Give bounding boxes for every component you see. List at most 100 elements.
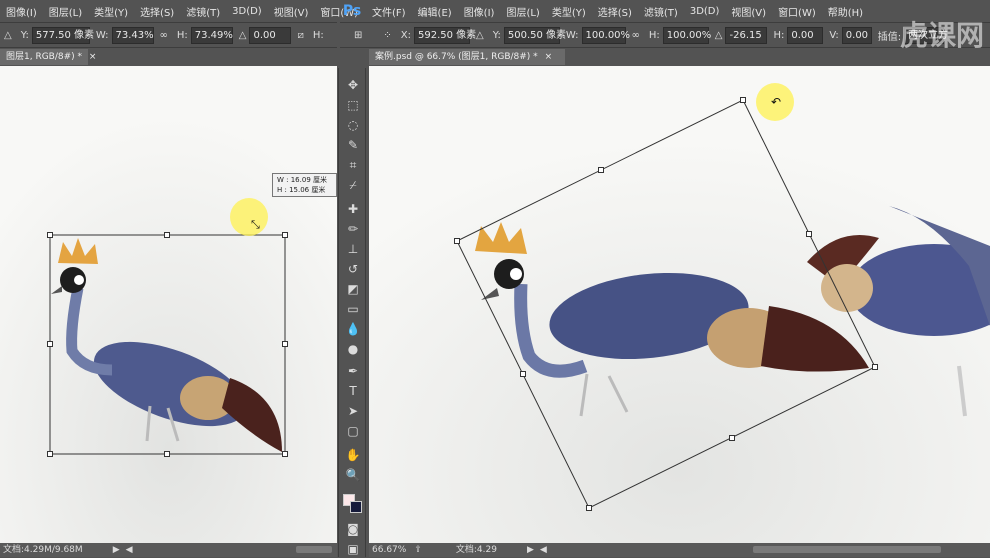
left-artwork <box>0 66 337 543</box>
transform-info-box: W : 16.09 厘米 H : 15.06 厘米 <box>272 173 337 197</box>
angle-field[interactable]: -26.15 <box>725 26 768 44</box>
left-canvas[interactable]: ⤡ W : 16.09 厘米 H : 15.06 厘米 <box>0 66 337 543</box>
brush-icon[interactable]: ✏ <box>343 220 363 238</box>
menu-type[interactable]: 类型(Y) <box>546 4 592 19</box>
lasso-icon[interactable]: ◌ <box>343 116 363 134</box>
eraser-icon[interactable]: ◩ <box>343 280 363 298</box>
crop-icon[interactable]: ⌗ <box>343 156 363 174</box>
y-field[interactable]: 500.50 像素 <box>503 26 566 44</box>
h-field[interactable]: 73.49% <box>190 26 233 44</box>
h-skew-field[interactable]: 0.00 <box>787 26 824 44</box>
screen-mode-icon[interactable]: ▣ <box>343 540 363 558</box>
left-document-tab[interactable]: 图层1, RGB/8#) * × <box>0 49 96 65</box>
reference-icon[interactable]: △ <box>4 30 12 41</box>
export-icon[interactable]: ⇪ <box>414 543 422 557</box>
link-icon[interactable]: ∞ <box>160 30 168 41</box>
menu-window[interactable]: 窗口(W) <box>772 4 822 19</box>
handle-bl-rot[interactable] <box>586 505 592 511</box>
menu-select[interactable]: 选择(S) <box>134 4 180 19</box>
menu-filter[interactable]: 滤镜(T) <box>180 4 226 19</box>
right-canvas[interactable]: ↶ <box>369 66 990 543</box>
right-hscroll-thumb[interactable] <box>753 546 941 553</box>
warp-icon[interactable]: ⊞ <box>354 30 362 41</box>
handle-br-rot[interactable] <box>872 364 878 370</box>
reference-point-icon[interactable]: ⁘ <box>383 30 391 41</box>
menu-3d[interactable]: 3D(D) <box>226 6 268 17</box>
left-hscroll-thumb[interactable] <box>296 546 332 553</box>
blur-icon[interactable]: 💧 <box>343 320 363 338</box>
hand-icon[interactable]: ✋ <box>343 446 363 464</box>
background-color-swatch[interactable] <box>350 501 362 513</box>
menu-layer[interactable]: 图层(L) <box>500 4 545 19</box>
angle-icon: △ <box>714 29 723 41</box>
y-field[interactable]: 577.50 像素 <box>31 26 94 44</box>
path-select-icon[interactable]: ➤ <box>343 402 363 420</box>
quick-mask-icon[interactable]: ◙ <box>343 520 363 538</box>
h-field[interactable]: 100.00% <box>662 26 711 44</box>
w-field[interactable]: 73.43% <box>111 26 154 44</box>
handle-bl[interactable] <box>47 451 53 457</box>
right-tab-title: 案例.psd @ 66.7% (图层1, RGB/8#) * <box>375 52 538 62</box>
skew-icon: ⧄ <box>297 29 304 41</box>
healing-icon[interactable]: ✚ <box>343 200 363 218</box>
quick-select-icon[interactable]: ✎ <box>343 136 363 154</box>
link-icon[interactable]: ∞ <box>632 30 640 41</box>
status-arrow-icon[interactable]: ▶ <box>527 543 534 557</box>
menu-layer[interactable]: 图层(L) <box>43 4 88 19</box>
handle-t[interactable] <box>164 232 170 238</box>
gradient-icon[interactable]: ▭ <box>343 300 363 318</box>
menu-type[interactable]: 类型(Y) <box>88 4 134 19</box>
menu-help[interactable]: 帮助(H) <box>822 4 869 19</box>
status-arrow-icon[interactable]: ▶ <box>113 543 120 557</box>
tools-panel: ✥ ⬚ ◌ ✎ ⌗ ⌿ ✚ ✏ ⊥ ↺ ◩ ▭ 💧 ● ✒ T ➤ ▢ ✋ 🔍 ◙ ▣ <box>338 68 366 557</box>
y-label: Y: <box>20 29 29 41</box>
delta-icon[interactable]: △ <box>476 30 484 41</box>
x-field[interactable]: 592.50 像素 <box>414 26 476 44</box>
menu-view[interactable]: 视图(V) <box>725 4 772 19</box>
handle-tr-rot[interactable] <box>740 97 746 103</box>
close-icon[interactable]: × <box>89 52 97 62</box>
zoom-icon[interactable]: 🔍 <box>343 466 363 484</box>
v-skew-field[interactable]: 0.00 <box>841 26 872 44</box>
handle-r-rot[interactable] <box>806 231 812 237</box>
handle-tl-rot[interactable] <box>598 167 604 173</box>
menu-image[interactable]: 图像(I) <box>458 4 501 19</box>
menu-filter[interactable]: 滤镜(T) <box>638 4 684 19</box>
type-icon[interactable]: T <box>343 382 363 400</box>
handle-br[interactable] <box>282 451 288 457</box>
menu-select[interactable]: 选择(S) <box>592 4 638 19</box>
pen-icon[interactable]: ✒ <box>343 362 363 380</box>
menu-edit[interactable]: 编辑(E) <box>412 4 458 19</box>
x-label: X: <box>400 29 412 41</box>
info-height: H : 15.06 厘米 <box>277 186 326 194</box>
right-doc-size: 文档:4.29 <box>455 545 497 555</box>
marquee-icon[interactable]: ⬚ <box>343 96 363 114</box>
shape-icon[interactable]: ▢ <box>343 422 363 440</box>
handle-r[interactable] <box>282 341 288 347</box>
scroll-left-icon[interactable]: ◀ <box>540 543 547 557</box>
stamp-icon[interactable]: ⊥ <box>343 240 363 258</box>
handle-l[interactable] <box>47 341 53 347</box>
eyedropper-icon[interactable]: ⌿ <box>343 176 363 194</box>
close-icon[interactable]: × <box>545 52 553 62</box>
menu-file[interactable]: 文件(F) <box>366 4 412 19</box>
right-document-tab[interactable]: 案例.psd @ 66.7% (图层1, RGB/8#) * × <box>369 49 565 65</box>
handle-b-rot[interactable] <box>729 435 735 441</box>
move-icon[interactable]: ✥ <box>343 76 363 94</box>
scroll-left-icon[interactable]: ◀ <box>126 543 133 557</box>
left-options-bar: △ Y: 577.50 像素 W: 73.43% ∞ H: 73.49% △ 0… <box>0 22 337 48</box>
menu-view[interactable]: 视图(V) <box>268 4 315 19</box>
menu-image[interactable]: 图像(I) <box>0 4 43 19</box>
handle-tl-corner[interactable] <box>454 238 460 244</box>
angle-field[interactable]: 0.00 <box>249 26 292 44</box>
menu-3d[interactable]: 3D(D) <box>684 6 726 17</box>
dodge-icon[interactable]: ● <box>343 340 363 358</box>
history-brush-icon[interactable]: ↺ <box>343 260 363 278</box>
w-field[interactable]: 100.00% <box>581 26 630 44</box>
h-skew-label: H: <box>773 29 785 41</box>
handle-l-rot[interactable] <box>520 371 526 377</box>
zoom-level[interactable]: 66.67% <box>372 543 406 557</box>
handle-tl[interactable] <box>47 232 53 238</box>
handle-b[interactable] <box>164 451 170 457</box>
handle-tr[interactable] <box>282 232 288 238</box>
